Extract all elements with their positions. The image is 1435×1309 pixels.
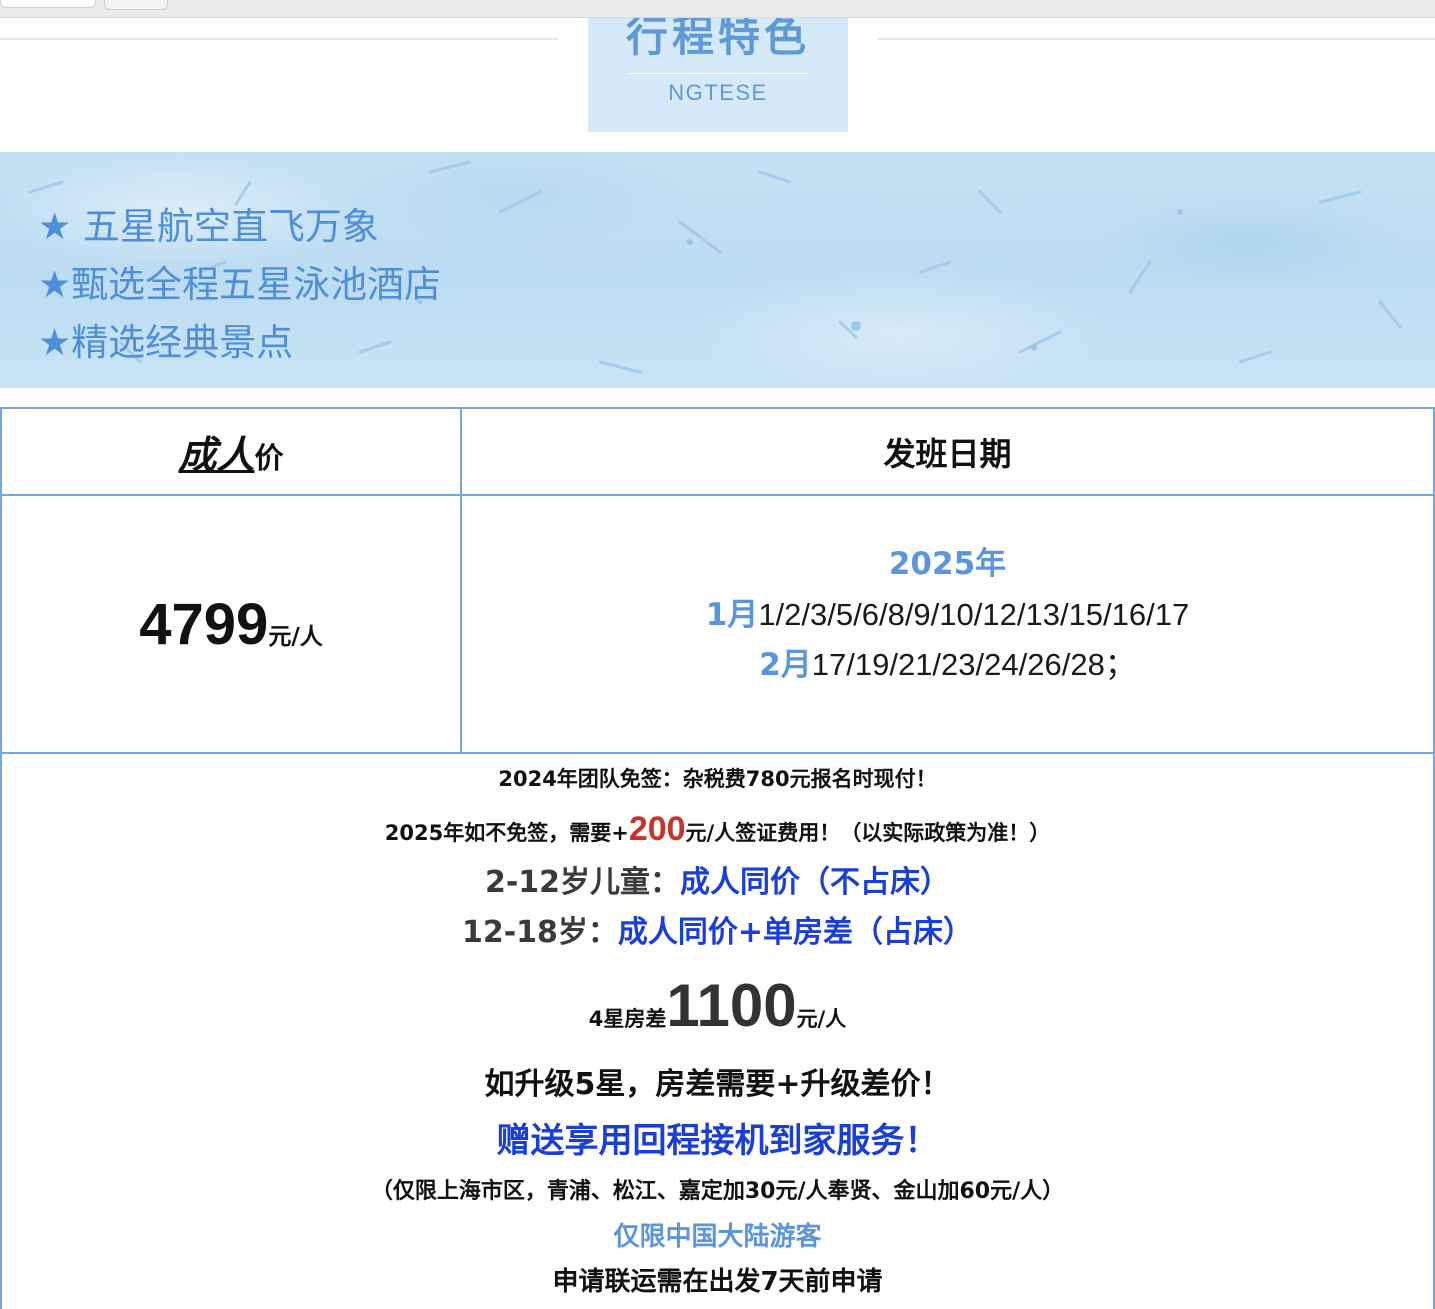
section-divider-right xyxy=(878,38,1435,40)
departure-row: 1月1/2/3/5/6/8/9/10/12/13/15/16/17 xyxy=(462,590,1433,640)
price-schedule-table: 成人价 发班日期 4799元/人 2025年 1月1/2/3/5/6/8/9/1… xyxy=(0,407,1435,1309)
visa-fee-note: 2024年团队免签：杂税费780元报名时现付！ xyxy=(498,767,937,791)
dates-cell: 2025年 1月1/2/3/5/6/8/9/10/12/13/15/16/17 … xyxy=(460,494,1435,754)
title-underline xyxy=(628,73,808,74)
gift-service-note: 赠送享用回程接机到家服务！ xyxy=(496,1121,939,1161)
teen-price-value: 成人同价+单房差（占床） xyxy=(617,915,974,950)
feature-item: ★甄选全程五星泳池酒店 xyxy=(38,263,442,306)
departure-year: 2025年 xyxy=(888,546,1007,582)
header-departure-dates: 发班日期 xyxy=(460,407,1435,496)
departure-days: 17/19/21/23/24/26/28； xyxy=(811,647,1136,682)
gift-area-note: （仅限上海市区，青浦、松江、嘉定加30元/人奉贤、金山加60元/人） xyxy=(370,1179,1065,1204)
child-price-note: 2-12岁儿童：成人同价（不占床） xyxy=(2,858,1433,908)
browser-tab[interactable] xyxy=(0,0,96,8)
teen-price-note: 12-18岁：成人同价+单房差（占床） xyxy=(2,908,1433,958)
feature-item: ★精选经典景点 xyxy=(38,321,294,364)
visa-2025-amount: 200 xyxy=(628,810,686,848)
section-title-box: 行程特色 NGTESE xyxy=(588,18,848,132)
features-banner: ★ 五星航空直飞万象 ★甄选全程五星泳池酒店 ★精选经典景点 xyxy=(0,152,1435,388)
section-title-en: NGTESE xyxy=(668,80,768,105)
room-supplement-note: 4星房差1100元/人 xyxy=(2,976,1433,1051)
adult-price-value: 4799 xyxy=(139,591,269,657)
notes-cell: 2024年团队免签：杂税费780元报名时现付！ 2025年如不免签，需要+200… xyxy=(0,752,1435,1309)
teen-price-label: 12-18岁： xyxy=(461,915,618,950)
feature-list: ★ 五星航空直飞万象 ★甄选全程五星泳池酒店 ★精选经典景点 xyxy=(38,198,441,372)
price-unit: 元/人 xyxy=(268,623,323,650)
departure-month: 2月 xyxy=(759,647,812,683)
room-supplement-label: 4星房差 xyxy=(588,1007,667,1031)
header-adult-label: 成人 xyxy=(178,433,255,477)
visa-2025-after: 元/人签证费用！（以实际政策为准！） xyxy=(685,821,1051,845)
header-adult-price: 成人价 xyxy=(0,407,462,496)
browser-tab[interactable] xyxy=(104,0,168,10)
room-supplement-amount: 1100 xyxy=(666,972,797,1039)
section-title-cn: 行程特色 xyxy=(625,18,810,61)
departure-month: 1月 xyxy=(705,597,759,633)
departure-row: 2月17/19/21/23/24/26/28； xyxy=(462,640,1433,690)
departure-days: 1/2/3/5/6/8/9/10/12/13/15/16/17 xyxy=(758,597,1190,632)
transfer-application-note: 申请联运需在出发7天前申请 xyxy=(552,1267,883,1297)
child-price-label: 2-12岁儿童： xyxy=(484,865,681,900)
price-cell: 4799元/人 xyxy=(0,494,462,754)
feature-item: ★ 五星航空直飞万象 xyxy=(38,205,379,248)
child-price-value: 成人同价（不占床） xyxy=(680,865,951,900)
header-price-label: 价 xyxy=(254,441,284,475)
visa-2025-note: 2025年如不免签，需要+200元/人签证费用！（以实际政策为准！） xyxy=(2,810,1433,852)
section-divider-left xyxy=(0,38,558,40)
visa-2025-before: 2025年如不免签，需要+ xyxy=(384,821,629,845)
upgrade-note: 如升级5星，房差需要+升级差价！ xyxy=(484,1067,951,1102)
room-supplement-unit: 元/人 xyxy=(796,1007,847,1031)
browser-top-strip xyxy=(0,0,1435,18)
mainland-only-note: 仅限中国大陆游客 xyxy=(613,1222,822,1252)
